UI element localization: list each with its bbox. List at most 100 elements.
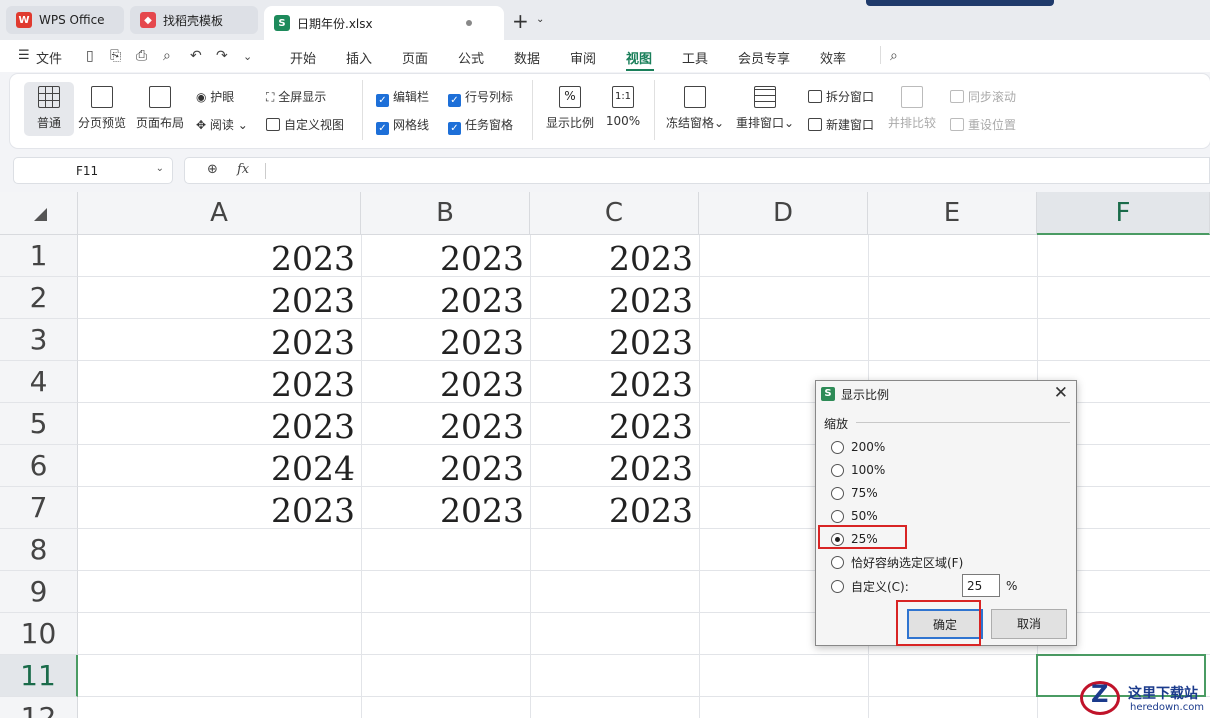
menu-data[interactable]: 数据 xyxy=(514,48,540,67)
custom-view-button[interactable]: 自定义视图 xyxy=(266,116,344,133)
cell-a4[interactable]: 2023 xyxy=(78,361,361,404)
page-layout-button[interactable]: 页面布局 xyxy=(134,82,186,136)
full-screen-button[interactable]: ⛶ 全屏显示 xyxy=(266,88,326,105)
cell-c6[interactable]: 2023 xyxy=(530,445,699,488)
column-header-a[interactable]: A xyxy=(78,192,361,235)
zoom-button[interactable]: % 显示比例 xyxy=(542,82,598,136)
row-header-3[interactable]: 3 xyxy=(0,319,78,361)
split-window-button[interactable]: 拆分窗口 xyxy=(808,88,874,105)
menu-home[interactable]: 开始 xyxy=(290,48,316,67)
cell-c2[interactable]: 2023 xyxy=(530,277,699,320)
cell-a7[interactable]: 2023 xyxy=(78,487,361,530)
cell-b6[interactable]: 2023 xyxy=(361,445,530,488)
tab-docer-templates[interactable]: ◆ 找稻壳模板 xyxy=(130,6,258,34)
menu-file[interactable]: 文件 xyxy=(36,48,62,67)
function-icon[interactable]: fx xyxy=(237,162,249,177)
sync-scroll-button[interactable]: 同步滚动 xyxy=(950,88,1016,105)
cell-c7[interactable]: 2023 xyxy=(530,487,699,530)
cancel-button[interactable]: 取消 xyxy=(991,609,1067,639)
row-header-2[interactable]: 2 xyxy=(0,277,78,319)
gridlines-checkbox[interactable]: ✓ 网格线 xyxy=(376,116,429,135)
row-header-12[interactable]: 12 xyxy=(0,697,78,718)
arrange-windows-button[interactable]: 重排窗口⌄ xyxy=(734,82,796,136)
radio-200[interactable]: 200% xyxy=(831,438,885,456)
zoom-100-button[interactable]: 1:1 100% xyxy=(600,82,646,136)
cell-a1[interactable]: 2023 xyxy=(78,235,361,278)
cell-a2[interactable]: 2023 xyxy=(78,277,361,320)
select-all-corner[interactable] xyxy=(0,192,78,235)
chevron-down-icon[interactable]: ⌄ xyxy=(156,163,164,174)
export-icon[interactable]: ⎘ xyxy=(110,48,121,64)
undo-icon[interactable]: ↶ xyxy=(190,48,202,64)
menu-efficiency[interactable]: 效率 xyxy=(820,48,846,67)
radio-50[interactable]: 50% xyxy=(831,507,878,525)
menu-formulas[interactable]: 公式 xyxy=(458,48,484,67)
normal-view-button[interactable]: 普通 xyxy=(24,82,74,136)
column-header-b[interactable]: B xyxy=(361,192,530,235)
reset-position-button[interactable]: 重设位置 xyxy=(950,116,1016,133)
print-preview-icon[interactable]: ⌕ xyxy=(163,48,171,64)
row-header-10[interactable]: 10 xyxy=(0,613,78,655)
row-header-11[interactable]: 11 xyxy=(0,655,78,697)
reading-mode-button[interactable]: ✥ 阅读 ⌄ xyxy=(196,116,248,133)
row-header-1[interactable]: 1 xyxy=(0,235,78,277)
side-by-side-button[interactable]: 并排比较 xyxy=(884,82,940,136)
hamburger-icon[interactable]: ☰ xyxy=(18,48,30,63)
formula-bar-checkbox[interactable]: ✓ 编辑栏 xyxy=(376,88,429,107)
column-header-f[interactable]: F xyxy=(1037,192,1210,235)
new-window-button[interactable]: 新建窗口 xyxy=(808,116,874,133)
menu-page[interactable]: 页面 xyxy=(402,48,428,67)
chevron-down-icon: ⌄ xyxy=(783,116,795,130)
menu-tools[interactable]: 工具 xyxy=(682,48,708,67)
eye-protect-button[interactable]: ◉ 护眼 xyxy=(196,88,234,105)
radio-fit-selection[interactable]: 恰好容纳选定区域(F) xyxy=(831,553,963,571)
cell-c1[interactable]: 2023 xyxy=(530,235,699,278)
cell-c5[interactable]: 2023 xyxy=(530,403,699,446)
freeze-panes-button[interactable]: 冻结窗格⌄ xyxy=(664,82,726,136)
print-icon[interactable]: ⎙ xyxy=(136,48,147,64)
radio-custom[interactable]: 自定义(C): xyxy=(831,577,909,595)
menu-member[interactable]: 会员专享 xyxy=(738,48,790,67)
page-break-preview-button[interactable]: 分页预览 xyxy=(74,82,130,136)
menu-view[interactable]: 视图 xyxy=(626,48,652,67)
row-header-6[interactable]: 6 xyxy=(0,445,78,487)
search-icon[interactable]: ⌕ xyxy=(890,48,898,64)
task-pane-checkbox[interactable]: ✓ 任务窗格 xyxy=(448,116,513,135)
cell-b5[interactable]: 2023 xyxy=(361,403,530,446)
menu-insert[interactable]: 插入 xyxy=(346,48,372,67)
row-header-4[interactable]: 4 xyxy=(0,361,78,403)
column-header-d[interactable]: D xyxy=(699,192,868,235)
tab-wps-office[interactable]: W WPS Office xyxy=(6,6,124,34)
cell-b4[interactable]: 2023 xyxy=(361,361,530,404)
row-header-5[interactable]: 5 xyxy=(0,403,78,445)
name-box[interactable]: F11 ⌄ xyxy=(13,157,173,184)
radio-75[interactable]: 75% xyxy=(831,484,878,502)
chevron-down-icon[interactable]: ⌄ xyxy=(536,14,544,25)
row-header-9[interactable]: 9 xyxy=(0,571,78,613)
radio-100[interactable]: 100% xyxy=(831,461,885,479)
zoom-search-icon[interactable]: ⊕ xyxy=(207,162,218,177)
close-icon[interactable]: ✕ xyxy=(1054,383,1068,403)
new-tab-button[interactable]: + xyxy=(512,9,529,33)
formula-input[interactable]: ⊕ fx xyxy=(184,157,1210,184)
cell-a6[interactable]: 2024 xyxy=(78,445,361,488)
redo-icon[interactable]: ↷ xyxy=(216,48,228,64)
cell-c4[interactable]: 2023 xyxy=(530,361,699,404)
chevron-down-icon[interactable]: ⌄ xyxy=(243,50,252,63)
cell-b3[interactable]: 2023 xyxy=(361,319,530,362)
column-header-e[interactable]: E xyxy=(868,192,1037,235)
cell-b2[interactable]: 2023 xyxy=(361,277,530,320)
custom-zoom-input[interactable]: 25 xyxy=(962,574,1000,597)
row-col-headers-checkbox[interactable]: ✓ 行号列标 xyxy=(448,88,513,107)
menu-review[interactable]: 审阅 xyxy=(570,48,596,67)
save-icon[interactable]: ▯ xyxy=(86,48,94,64)
column-header-c[interactable]: C xyxy=(530,192,699,235)
row-header-8[interactable]: 8 xyxy=(0,529,78,571)
tab-active-workbook[interactable]: S 日期年份.xlsx xyxy=(264,6,504,40)
cell-a5[interactable]: 2023 xyxy=(78,403,361,446)
cell-a3[interactable]: 2023 xyxy=(78,319,361,362)
cell-b7[interactable]: 2023 xyxy=(361,487,530,530)
cell-c3[interactable]: 2023 xyxy=(530,319,699,362)
cell-b1[interactable]: 2023 xyxy=(361,235,530,278)
row-header-7[interactable]: 7 xyxy=(0,487,78,529)
